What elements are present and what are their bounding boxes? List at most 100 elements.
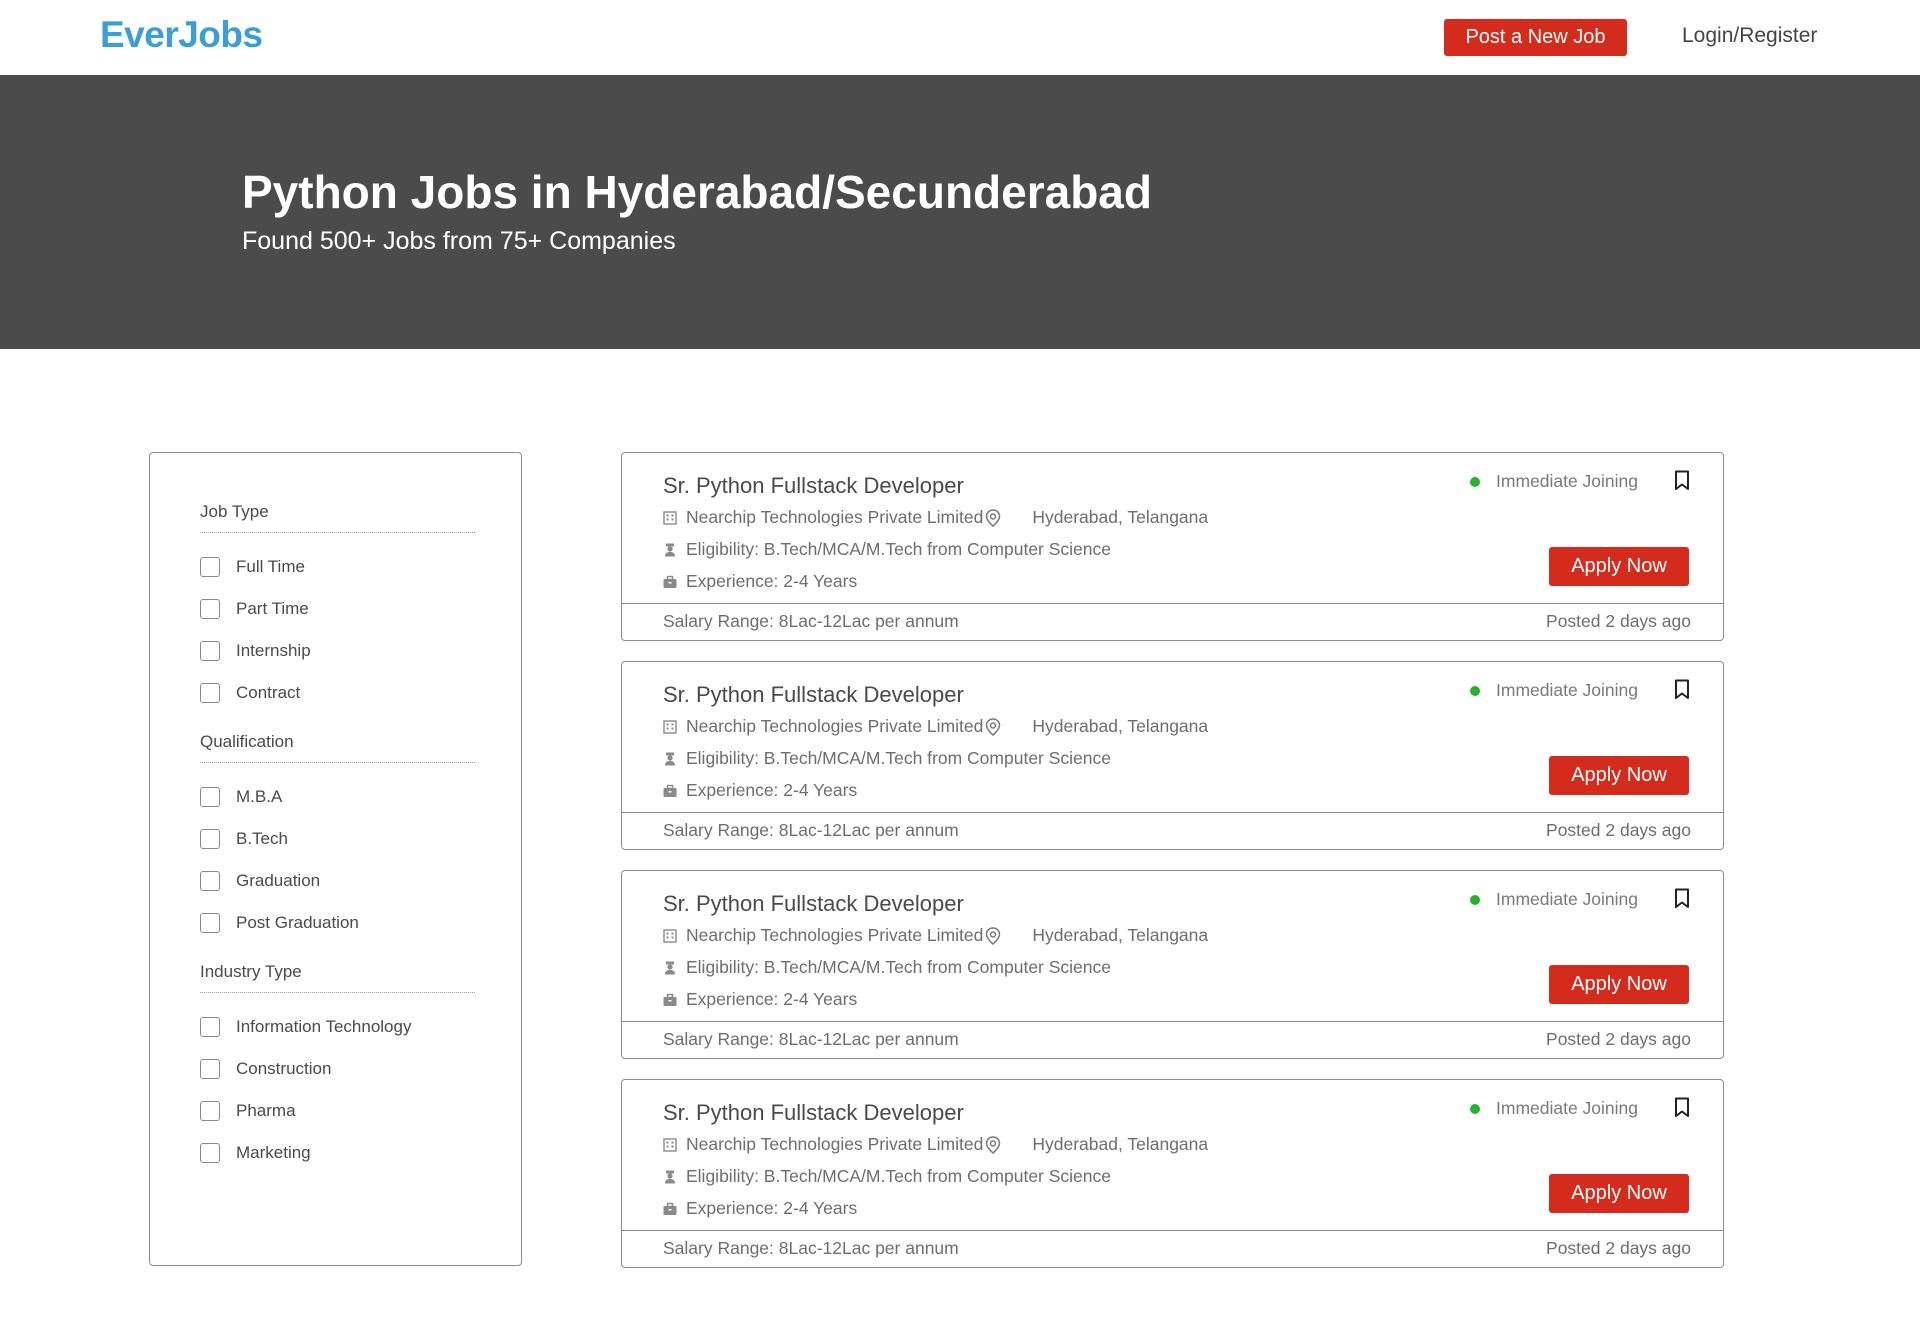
filter-option-information-technology[interactable]: Information Technology [200,1006,475,1048]
job-location: Hyderabad, Telangana [1032,716,1209,736]
status-badge: Immediate Joining [1470,471,1638,492]
checkbox[interactable] [200,871,220,891]
job-title[interactable]: Sr. Python Fullstack Developer [663,473,964,499]
apply-now-button[interactable]: Apply Now [1549,756,1689,795]
filter-option-contract[interactable]: Contract [200,672,475,714]
checkbox[interactable] [200,829,220,849]
checkbox[interactable] [200,1143,220,1163]
location-pin-icon [985,1135,1001,1154]
filter-group-job-type: Job Type Full Time Part Time Internship … [200,502,475,714]
salary-range: Salary Range: 8Lac-12Lac per annum [663,1238,959,1258]
checkbox[interactable] [200,641,220,661]
company-name[interactable]: Nearchip Technologies Private Limited [686,1134,983,1155]
checkbox[interactable] [200,557,220,577]
filter-option-label: Marketing [236,1143,311,1162]
login-register-link[interactable]: Login/Register [1682,24,1817,48]
experience-text: Experience: 2-4 Years [686,1198,858,1218]
bookmark-icon[interactable] [1674,1097,1690,1118]
filter-option-graduation[interactable]: Graduation [200,860,475,902]
salary-range: Salary Range: 8Lac-12Lac per annum [663,820,959,840]
company-row: Nearchip Technologies Private Limited Hy… [663,925,1208,946]
graduation-icon [663,1170,677,1184]
status-badge: Immediate Joining [1470,889,1638,910]
experience-row: Experience: 2-4 Years [663,989,857,1010]
status-text: Immediate Joining [1496,889,1639,909]
filter-title-qualification: Qualification [200,732,475,763]
location-pin-icon [985,717,1001,736]
job-card[interactable]: Sr. Python Fullstack Developer Nearchip … [621,661,1724,850]
filter-option-label: Internship [236,641,311,660]
filter-options-job-type: Full Time Part Time Internship Contract [200,546,475,714]
briefcase-icon [663,575,677,589]
company-name[interactable]: Nearchip Technologies Private Limited [686,507,983,528]
eligibility-text: Eligibility: B.Tech/MCA/M.Tech from Comp… [686,539,1111,559]
experience-text: Experience: 2-4 Years [686,571,858,591]
building-icon [663,1137,677,1152]
filter-option-label: Graduation [236,871,321,890]
filter-group-industry-type: Industry Type Information Technology Con… [200,962,475,1174]
eligibility-row: Eligibility: B.Tech/MCA/M.Tech from Comp… [663,1166,1111,1187]
everjobs-logo[interactable]: EverJobs [100,14,263,56]
status-text: Immediate Joining [1496,680,1639,700]
filter-option-label: Information Technology [236,1017,412,1036]
experience-row: Experience: 2-4 Years [663,780,857,801]
briefcase-icon [663,1202,677,1216]
experience-text: Experience: 2-4 Years [686,989,858,1009]
checkbox[interactable] [200,1059,220,1079]
graduation-icon [663,961,677,975]
posted-date: Posted 2 days ago [1546,1238,1691,1258]
job-card[interactable]: Sr. Python Fullstack Developer Nearchip … [621,452,1724,641]
filter-option-construction[interactable]: Construction [200,1048,475,1090]
checkbox[interactable] [200,599,220,619]
filter-option-full-time[interactable]: Full Time [200,546,475,588]
salary-range: Salary Range: 8Lac-12Lac per annum [663,611,959,631]
company-name[interactable]: Nearchip Technologies Private Limited [686,716,983,737]
bookmark-icon[interactable] [1674,470,1690,491]
filter-option-label: Pharma [236,1101,296,1120]
filter-option-post-graduation[interactable]: Post Graduation [200,902,475,944]
apply-now-button[interactable]: Apply Now [1549,1174,1689,1213]
apply-now-button[interactable]: Apply Now [1549,547,1689,586]
post-new-job-button[interactable]: Post a New Job [1444,19,1627,56]
job-title[interactable]: Sr. Python Fullstack Developer [663,682,964,708]
building-icon [663,510,677,525]
checkbox[interactable] [200,683,220,703]
filter-option-mba[interactable]: M.B.A [200,776,475,818]
briefcase-icon [663,993,677,1007]
filter-option-btech[interactable]: B.Tech [200,818,475,860]
checkbox[interactable] [200,787,220,807]
job-card-footer: Salary Range: 8Lac-12Lac per annum Poste… [622,603,1723,640]
filter-option-pharma[interactable]: Pharma [200,1090,475,1132]
eligibility-text: Eligibility: B.Tech/MCA/M.Tech from Comp… [686,957,1111,977]
filter-option-part-time[interactable]: Part Time [200,588,475,630]
company-row: Nearchip Technologies Private Limited Hy… [663,1134,1208,1155]
filter-option-label: M.B.A [236,787,283,806]
filter-option-marketing[interactable]: Marketing [200,1132,475,1174]
filter-option-label: Full Time [236,557,305,576]
job-title[interactable]: Sr. Python Fullstack Developer [663,1100,964,1126]
eligibility-row: Eligibility: B.Tech/MCA/M.Tech from Comp… [663,957,1111,978]
page-title: Python Jobs in Hyderabad/Secunderabad [242,166,1152,218]
graduation-icon [663,543,677,557]
eligibility-text: Eligibility: B.Tech/MCA/M.Tech from Comp… [686,748,1111,768]
briefcase-icon [663,784,677,798]
bookmark-icon[interactable] [1674,679,1690,700]
job-card[interactable]: Sr. Python Fullstack Developer Nearchip … [621,870,1724,1059]
company-name[interactable]: Nearchip Technologies Private Limited [686,925,983,946]
filter-options-qualification: M.B.A B.Tech Graduation Post Graduation [200,776,475,944]
job-card-footer: Salary Range: 8Lac-12Lac per annum Poste… [622,1230,1723,1267]
job-card[interactable]: Sr. Python Fullstack Developer Nearchip … [621,1079,1724,1268]
location-pin-icon [985,926,1001,945]
job-title[interactable]: Sr. Python Fullstack Developer [663,891,964,917]
apply-now-button[interactable]: Apply Now [1549,965,1689,1004]
checkbox[interactable] [200,1101,220,1121]
checkbox[interactable] [200,1017,220,1037]
building-icon [663,928,677,943]
company-row: Nearchip Technologies Private Limited Hy… [663,507,1208,528]
checkbox[interactable] [200,913,220,933]
bookmark-icon[interactable] [1674,888,1690,909]
eligibility-row: Eligibility: B.Tech/MCA/M.Tech from Comp… [663,539,1111,560]
salary-range: Salary Range: 8Lac-12Lac per annum [663,1029,959,1049]
job-card-footer: Salary Range: 8Lac-12Lac per annum Poste… [622,1021,1723,1058]
filter-option-internship[interactable]: Internship [200,630,475,672]
